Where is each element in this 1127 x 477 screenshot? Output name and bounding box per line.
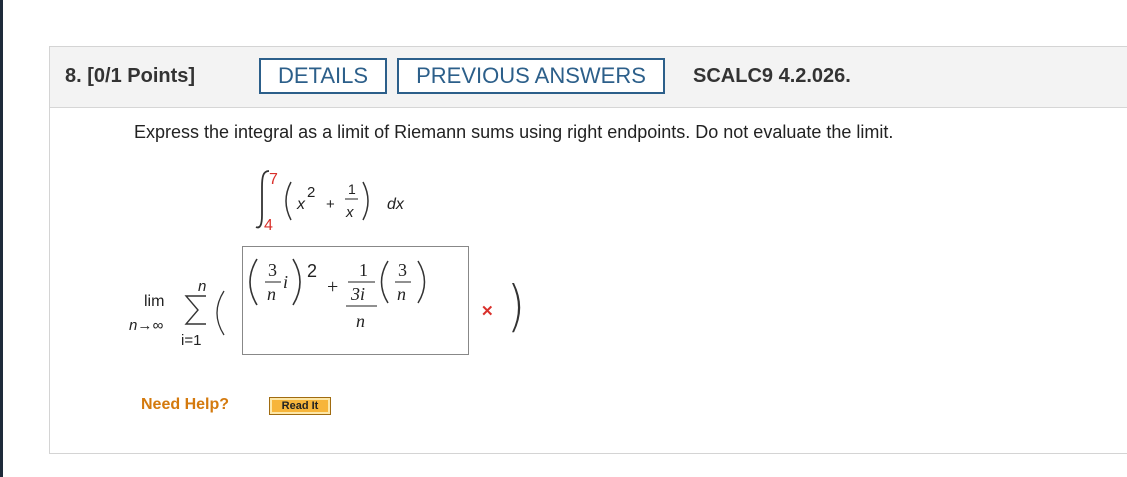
question-code: SCALC9 4.2.026. <box>693 65 851 87</box>
answer-frac2-num: 1 <box>359 260 368 280</box>
answer-plus: + <box>327 276 338 298</box>
outer-right-paren-icon: ) <box>507 273 525 339</box>
answer-frac1-num: 3 <box>268 260 277 280</box>
left-edge-rule <box>0 0 3 477</box>
question-number-points: 8. [0/1 Points] <box>65 65 196 87</box>
sum-upper: n <box>198 278 206 295</box>
left-paren-icon <box>285 181 292 221</box>
integrand-exponent: 2 <box>307 184 315 201</box>
answer-frac2-den-outer: n <box>356 311 365 331</box>
answer-frac2-den-inner: 3i <box>350 284 365 304</box>
integral-expression: 7 4 x 2 + 1 x dx <box>255 170 405 234</box>
question-header: 8. [0/1 Points] DETAILS PREVIOUS ANSWERS… <box>50 47 1127 108</box>
integral-lower-limit: 4 <box>264 217 273 234</box>
answer-expression: 3 n i 2 + 1 3i n 3 n <box>249 258 426 331</box>
integral-upper-limit: 7 <box>269 171 278 188</box>
answer-left-paren-icon <box>249 258 258 306</box>
previous-answers-button[interactable]: PREVIOUS ANSWERS <box>397 58 665 94</box>
outer-left-paren-icon <box>216 290 225 336</box>
need-help-label: Need Help? <box>141 396 230 413</box>
question-card: 8. [0/1 Points] DETAILS PREVIOUS ANSWERS… <box>49 46 1127 454</box>
incorrect-x-icon: ✕ <box>481 303 494 320</box>
answer-inner-right-paren-icon <box>417 260 426 304</box>
right-paren-icon <box>362 181 369 221</box>
answer-frac1-var: i <box>283 272 288 292</box>
answer-frac3-den: n <box>397 284 406 304</box>
sigma-icon <box>184 295 206 325</box>
answer-frac3-num: 3 <box>398 260 407 280</box>
integrand-plus: + <box>326 196 335 213</box>
integrand-frac-num: 1 <box>348 181 356 197</box>
read-it-button[interactable]: Read It <box>269 397 331 415</box>
limit-subscript: n→∞ <box>129 317 164 334</box>
integrand-frac-den: x <box>345 204 354 221</box>
answer-exponent: 2 <box>307 261 317 281</box>
answer-right-paren-icon <box>292 258 301 306</box>
question-prompt: Express the integral as a limit of Riema… <box>134 122 894 142</box>
sum-lower: i=1 <box>181 332 201 349</box>
integrand-x: x <box>296 196 306 213</box>
answer-frac1-den: n <box>267 284 276 304</box>
summation: n i=1 <box>181 278 225 349</box>
answer-input-box[interactable]: 3 n i 2 + 1 3i n 3 n <box>242 246 469 355</box>
details-button[interactable]: DETAILS <box>259 58 387 94</box>
answer-inner-left-paren-icon <box>380 260 389 304</box>
integrand-dx: dx <box>387 196 405 213</box>
limit-label: lim <box>144 293 165 310</box>
